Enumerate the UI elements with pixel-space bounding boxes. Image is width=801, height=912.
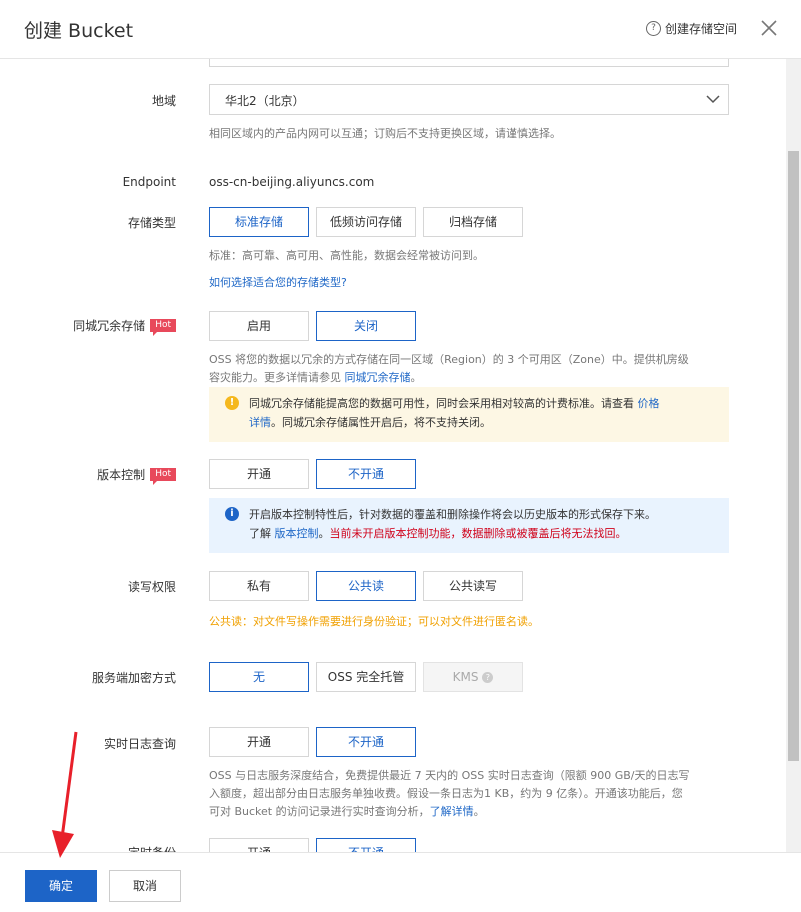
encryption-none-button[interactable]: 无 <box>209 662 309 692</box>
help-link[interactable]: ? 创建存储空间 <box>646 20 737 37</box>
zone-redundancy-warning: ! 同城冗余存储能提高您的数据可用性，同时会采用相对较高的计费标准。请查看 价格… <box>209 387 729 442</box>
price-link[interactable]: 价格 <box>638 397 660 410</box>
region-value: 华北2（北京） <box>225 94 305 108</box>
cancel-button[interactable]: 取消 <box>109 870 181 902</box>
hot-badge: Hot <box>150 319 176 336</box>
realtime-log-label: 实时日志查询 <box>103 737 176 751</box>
zone-redundancy-enable-button[interactable]: 启用 <box>209 311 309 341</box>
storage-type-help-link[interactable]: 如何选择适合您的存储类型? <box>209 274 729 292</box>
storage-archive-button[interactable]: 归档存储 <box>423 207 523 237</box>
versioning-link[interactable]: 版本控制 <box>275 527 319 540</box>
question-icon: ? <box>482 672 494 683</box>
annotation-arrow-icon <box>52 731 78 858</box>
encryption-label: 服务端加密方式 <box>91 671 176 685</box>
realtime-log-off-button[interactable]: 不开通 <box>316 727 416 757</box>
dialog-header: 创建 Bucket ? 创建存储空间 <box>0 0 801 59</box>
storage-type-label: 存储类型 <box>127 216 176 230</box>
acl-public-read-write-button[interactable]: 公共读写 <box>423 571 523 601</box>
zone-redundancy-disable-button[interactable]: 关闭 <box>316 311 416 341</box>
form-content: 地域 华北2（北京） 相同区域内的产品内网可以互通；订购后不支持更换区域，请谨慎… <box>0 59 786 852</box>
versioning-off-button[interactable]: 不开通 <box>316 459 416 489</box>
acl-label: 读写权限 <box>127 580 176 594</box>
info-icon: i <box>225 507 239 521</box>
help-label: 创建存储空间 <box>665 22 738 36</box>
scrollbar[interactable] <box>786 59 801 852</box>
acl-public-read-button[interactable]: 公共读 <box>316 571 416 601</box>
region-desc: 相同区域内的产品内网可以互通；订购后不支持更换区域，请谨慎选择。 <box>209 127 561 140</box>
backup-on-button[interactable]: 开通 <box>209 838 309 852</box>
warning-icon: ! <box>225 396 239 410</box>
zone-redundancy-desc: OSS 将您的数据以冗余的方式存储在同一区域（Region）的 3 个可用区（Z… <box>209 353 689 384</box>
zone-redundancy-link[interactable]: 同城冗余存储 <box>345 371 411 384</box>
realtime-log-desc: OSS 与日志服务深度结合，免费提供最近 7 天内的 OSS 实时日志查询（限额… <box>209 769 690 818</box>
dialog-title: 创建 Bucket <box>24 20 134 42</box>
question-icon: ? <box>646 21 661 36</box>
region-select[interactable]: 华北2（北京） <box>209 84 729 115</box>
zone-redundancy-label: 同城冗余存储 Hot <box>73 317 176 336</box>
backup-label: 定时备份 <box>128 844 176 852</box>
region-label: 地域 <box>151 94 176 108</box>
endpoint-value: oss-cn-beijing.aliyuncs.com <box>209 175 375 189</box>
storage-type-desc: 标准：高可靠、高可用、高性能，数据会经常被访问到。 <box>209 249 484 262</box>
acl-private-button[interactable]: 私有 <box>209 571 309 601</box>
acl-note: 公共读：对文件写操作需要进行身份验证；可以对文件进行匿名读。 <box>209 615 539 628</box>
storage-ia-button[interactable]: 低频访问存储 <box>316 207 416 237</box>
details-link[interactable]: 详情 <box>249 416 271 429</box>
close-icon[interactable] <box>759 18 779 38</box>
realtime-log-link[interactable]: 了解详情 <box>430 805 474 818</box>
encryption-oss-managed-button[interactable]: OSS 完全托管 <box>316 662 416 692</box>
dialog-footer: 确定 取消 <box>0 852 801 912</box>
versioning-label: 版本控制 Hot <box>97 466 176 485</box>
storage-standard-button[interactable]: 标准存储 <box>209 207 309 237</box>
endpoint-label: Endpoint <box>122 175 176 189</box>
versioning-info: i 开启版本控制特性后，针对数据的覆盖和删除操作将会以历史版本的形式保存下来。 … <box>209 498 729 553</box>
versioning-on-button[interactable]: 开通 <box>209 459 309 489</box>
realtime-log-on-button[interactable]: 开通 <box>209 727 309 757</box>
encryption-kms-button: KMS ? <box>423 662 523 692</box>
bucket-name-input[interactable] <box>209 59 729 67</box>
backup-off-button[interactable]: 不开通 <box>316 838 416 852</box>
confirm-button[interactable]: 确定 <box>25 870 97 902</box>
chevron-down-icon <box>706 95 720 104</box>
hot-badge: Hot <box>150 468 176 485</box>
scrollbar-thumb[interactable] <box>788 151 799 761</box>
